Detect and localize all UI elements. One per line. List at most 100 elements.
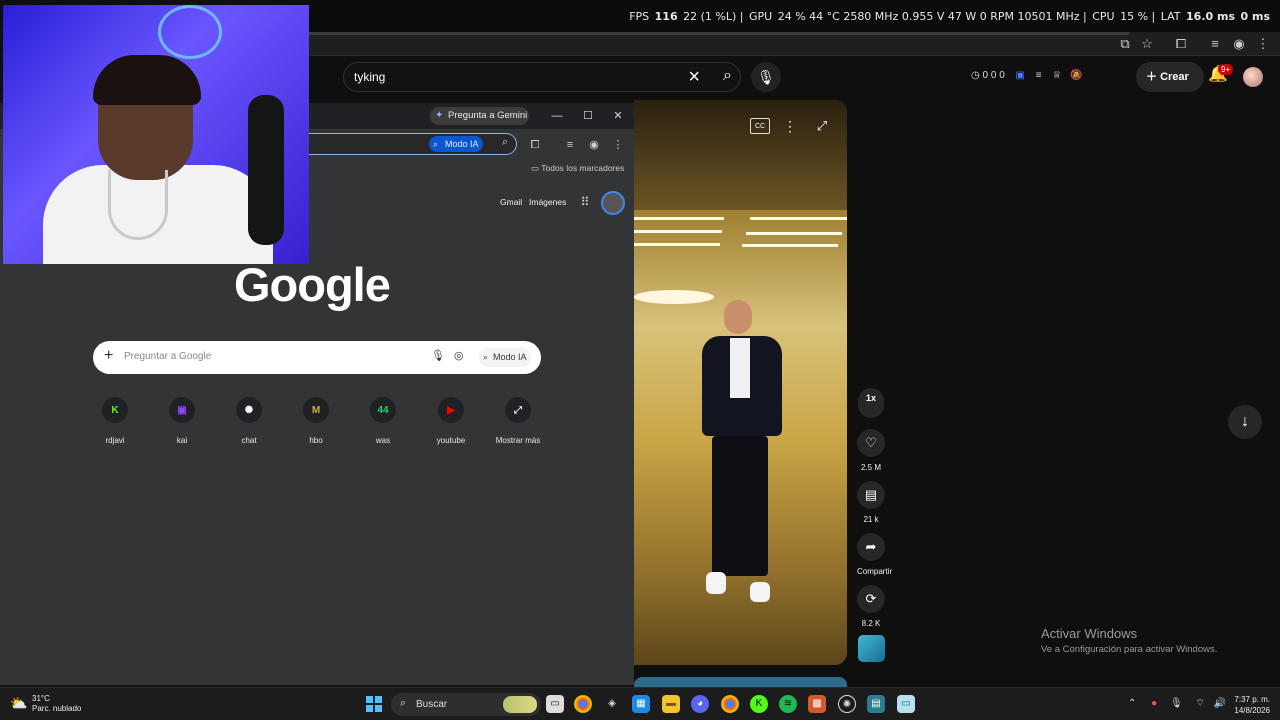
shortcut-tile[interactable]: Mhbo (286, 397, 346, 445)
shortcut-icon[interactable]: ✺ (236, 397, 262, 423)
extensions-icon[interactable]: ⧠ (527, 137, 543, 153)
captions-icon[interactable]: CC (750, 118, 770, 134)
shortcut-tile[interactable]: ▶ youtube (421, 397, 481, 445)
like-count: 2.5 M (860, 463, 881, 472)
apps-grid-icon[interactable]: ⠿ (578, 195, 592, 209)
chrome-icon[interactable] (574, 695, 592, 713)
shortcut-tile[interactable]: ⤢ Mostrar más (488, 397, 548, 445)
create-button[interactable]: ＋ Crear (1136, 62, 1204, 92)
app-icon[interactable]: ▭ (897, 695, 915, 713)
wifi-icon[interactable]: ⌔ (1195, 698, 1204, 709)
voice-search-icon[interactable]: 🎙 (751, 62, 781, 92)
avatar[interactable] (1243, 67, 1263, 87)
mic-icon[interactable]: 🎙 (1170, 698, 1183, 709)
volume-icon[interactable]: 🔊 (1214, 698, 1226, 709)
mic-icon[interactable]: 🎙 (431, 349, 445, 362)
cpu-label: CPU (1092, 9, 1115, 23)
app-icon[interactable]: ✺ (838, 695, 856, 713)
like-action[interactable]: ♡ 2.5 M (857, 429, 885, 472)
media-icon[interactable]: ≡ (562, 137, 578, 153)
system-tray[interactable]: ⌃ ● 🎙 ⌔ 🔊 (1128, 697, 1226, 710)
profile-icon[interactable]: ◉ (586, 137, 602, 153)
fps-value: 116 (654, 9, 678, 23)
mute-bell-icon[interactable]: 🔕 (1070, 70, 1082, 81)
next-short-button[interactable]: ↓ (1228, 405, 1262, 439)
shortcut-tile[interactable]: ▣ kai (152, 397, 212, 445)
install-icon[interactable]: ⧉ (1117, 36, 1133, 52)
shortcut-icon[interactable]: ⤢ (505, 397, 531, 423)
images-link[interactable]: Imágenes (529, 197, 566, 207)
comment-action[interactable]: ▤ 21 k (857, 481, 885, 524)
media-icon[interactable]: ≡ (1207, 36, 1223, 52)
shortcut-icon[interactable]: M (303, 397, 329, 423)
notepad-icon[interactable]: ▤ (867, 695, 885, 713)
next-video-preview[interactable] (634, 677, 847, 687)
shortcut-icon[interactable]: ▣ (169, 397, 195, 423)
more-options-icon[interactable]: ⋮ (780, 118, 800, 134)
menu-icon[interactable]: ⋮ (1255, 36, 1271, 52)
spotify-icon[interactable]: ≋ (779, 695, 797, 713)
kick-icon[interactable]: K (750, 695, 768, 713)
activate-subtitle: Ve a Configuración para activar Windows. (1041, 644, 1218, 655)
share-icon[interactable]: ➦ (857, 533, 885, 561)
game-icon[interactable]: ▩ (808, 695, 826, 713)
chevron-up-icon[interactable]: ⌃ (1128, 698, 1136, 709)
youtube-search-query[interactable]: tyking (354, 70, 385, 84)
minimize-button[interactable]: — (547, 107, 567, 125)
gpu-value: 24 % 44 °C 2580 MHz 0.955 V 47 W 0 RPM 1… (777, 9, 1080, 23)
notifications-button[interactable]: 🔔 9+ (1206, 64, 1234, 88)
share-action[interactable]: ➦ Compartir (857, 533, 892, 576)
store-icon[interactable]: ▦ (632, 695, 650, 713)
weather-widget[interactable]: ⛅ 31°C Parc. nublado (10, 694, 81, 714)
obs-icon[interactable]: ◈ (603, 695, 621, 713)
shortcut-tile[interactable]: 44 was (353, 397, 413, 445)
search-icon[interactable]: ⌕ (723, 67, 732, 85)
plus-icon[interactable]: + (104, 347, 113, 365)
taskbar-search[interactable]: ⌕ Buscar (391, 693, 541, 716)
comment-icon[interactable]: ▤ (857, 481, 885, 509)
shortcut-tile[interactable]: ✺ chat (219, 397, 279, 445)
gmail-link[interactable]: Gmail (500, 197, 522, 207)
create-label: Crear (1160, 71, 1189, 83)
close-button[interactable]: ✕ (608, 107, 628, 125)
modo-ia-button[interactable]: ⌕ Modo IA (429, 136, 483, 152)
search-modo-ia-button[interactable]: ⌕ Modo IA (479, 348, 531, 367)
tray-app-icon[interactable]: ● (1151, 698, 1157, 709)
chrome-active-icon[interactable] (721, 695, 739, 713)
profile-icon[interactable]: ◉ (1231, 36, 1247, 52)
shortcut-icon[interactable]: K (102, 397, 128, 423)
discord-icon[interactable]: ◕ (691, 695, 709, 713)
extension-icon[interactable]: ▣ (1016, 70, 1025, 81)
shortcut-icon[interactable]: 44 (370, 397, 396, 423)
google-account-avatar[interactable] (601, 191, 625, 215)
maximize-button[interactable]: ☐ (578, 107, 598, 125)
sound-thumbnail[interactable] (858, 635, 885, 662)
address-bar[interactable]: ⌕ Modo IA ⌕ (309, 133, 517, 155)
clear-search-icon[interactable]: × (688, 66, 700, 89)
fullscreen-icon[interactable]: ⤢ (812, 118, 832, 134)
heart-icon[interactable]: ♡ (857, 429, 885, 457)
shorts-video-player[interactable]: CC ⋮ ⤢ (634, 100, 847, 665)
bookmark-star-icon[interactable]: ☆ (1139, 36, 1155, 52)
extensions-icon[interactable]: ⧠ (1173, 36, 1189, 52)
google-search-placeholder[interactable]: Preguntar a Google (124, 351, 211, 362)
trophy-icon[interactable]: ♕ (1052, 70, 1061, 81)
google-search-box[interactable]: + Preguntar a Google 🎙 ◎ ⌕ Modo IA (93, 341, 541, 374)
shortcut-icon[interactable]: ▶ (438, 397, 464, 423)
lens-icon[interactable]: ◎ (454, 349, 464, 362)
list-icon[interactable]: ≡ (1036, 70, 1042, 81)
task-view-icon[interactable]: ▭ (546, 695, 564, 713)
all-bookmarks[interactable]: ▭ Todos los marcadores (531, 163, 624, 174)
start-button[interactable] (366, 696, 382, 712)
clock-time: 7:37 p. m. (1234, 695, 1270, 704)
menu-icon[interactable]: ⋮ (610, 137, 626, 153)
playback-speed-button[interactable]: 1x (858, 388, 884, 418)
shortcut-tile[interactable]: Krdjavi (85, 397, 145, 445)
remix-action[interactable]: ⟳ 8.2 K (857, 585, 885, 628)
remix-icon[interactable]: ⟳ (857, 585, 885, 613)
lens-search-icon[interactable]: ⌕ (502, 136, 508, 149)
gemini-button[interactable]: ✦ Pregunta a Gemini (430, 107, 529, 125)
file-explorer-icon[interactable]: ▬ (662, 695, 680, 713)
clock[interactable]: 7:37 p. m. 14/8/2026 (1228, 694, 1270, 716)
youtube-search-box[interactable]: tyking × ⌕ (343, 62, 741, 92)
